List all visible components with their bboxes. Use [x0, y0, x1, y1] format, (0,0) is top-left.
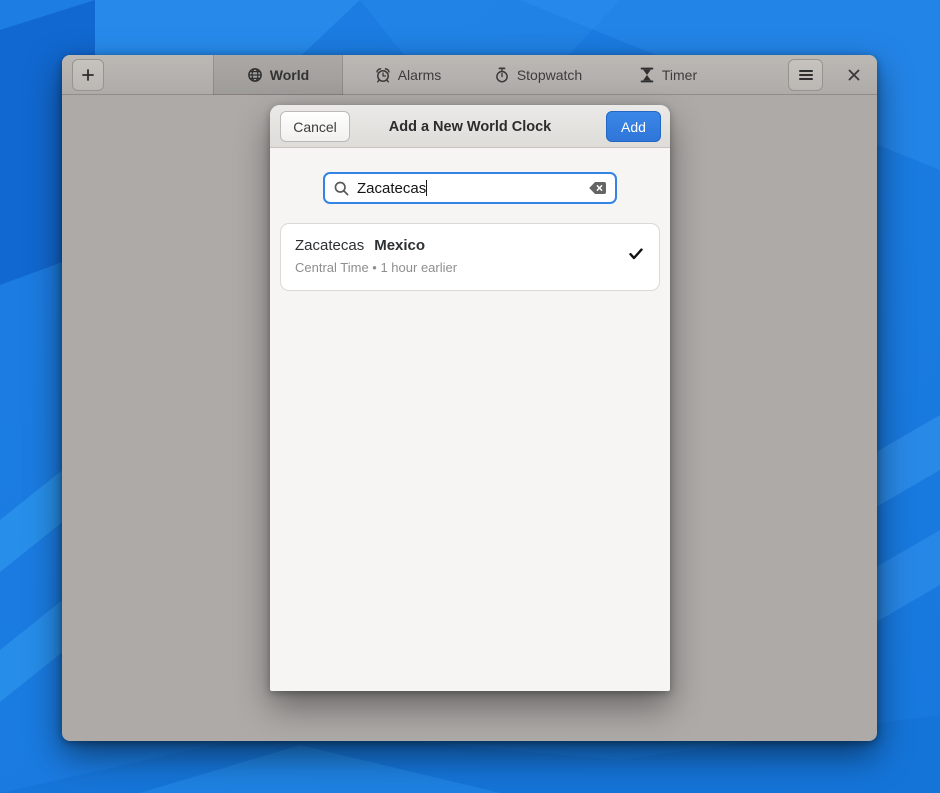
tab-world[interactable]: World: [213, 55, 343, 95]
result-city: Zacatecas: [295, 237, 364, 254]
text-caret: [426, 180, 427, 196]
result-title: Zacatecas Mexico: [295, 237, 643, 254]
cancel-button[interactable]: Cancel: [280, 111, 350, 142]
tab-stopwatch[interactable]: Stopwatch: [473, 55, 603, 95]
globe-icon: [247, 67, 263, 83]
dialog-header: Add a New World Clock Cancel Add: [270, 105, 670, 148]
tab-timer-label: Timer: [662, 67, 697, 83]
tab-stopwatch-label: Stopwatch: [517, 67, 582, 83]
headerbar: World Alarms: [62, 55, 877, 95]
search-input-value: Zacatecas: [357, 180, 588, 197]
primary-menu-button[interactable]: [788, 59, 823, 91]
plus-icon: [81, 68, 95, 82]
window-close-button[interactable]: [838, 59, 870, 91]
alarm-clock-icon: [375, 67, 391, 83]
checkmark-icon: [629, 248, 643, 260]
hourglass-icon: [639, 67, 655, 83]
new-clock-button[interactable]: [72, 59, 104, 91]
search-results-list: Zacatecas Mexico Central Time • 1 hour ea…: [280, 223, 660, 291]
result-detail: Central Time • 1 hour earlier: [295, 260, 643, 275]
close-x-icon: [848, 69, 860, 81]
list-item[interactable]: Zacatecas Mexico Central Time • 1 hour ea…: [295, 237, 643, 275]
result-country: Mexico: [374, 237, 425, 254]
add-button[interactable]: Add: [606, 111, 661, 142]
location-search-input[interactable]: Zacatecas: [323, 172, 617, 204]
add-world-clock-dialog: Add a New World Clock Cancel Add Zacatec…: [270, 105, 670, 691]
tab-timer[interactable]: Timer: [603, 55, 733, 95]
stopwatch-icon: [494, 67, 510, 83]
view-switcher: World Alarms: [213, 55, 733, 95]
tab-alarms[interactable]: Alarms: [343, 55, 473, 95]
desktop: World Alarms: [0, 0, 940, 793]
magnifier-icon: [333, 180, 350, 197]
tab-alarms-label: Alarms: [398, 67, 442, 83]
backspace-clear-icon[interactable]: [588, 181, 607, 195]
hamburger-menu-icon: [799, 69, 813, 81]
tab-world-label: World: [270, 67, 309, 83]
